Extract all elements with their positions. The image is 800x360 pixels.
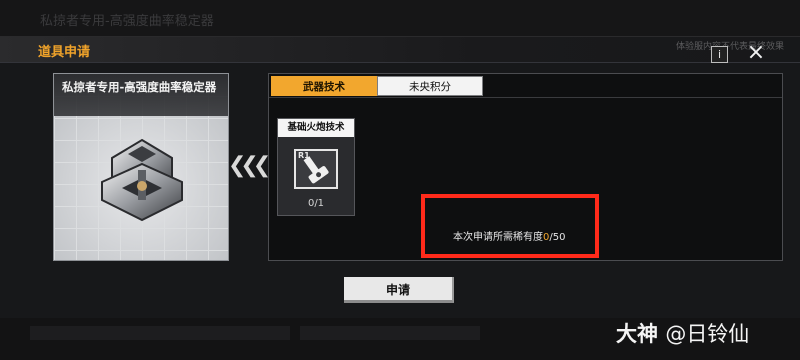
watermark-brand: 大神 [616, 322, 658, 346]
rarity-requirement: 本次申请所需稀有度0/50 [453, 228, 565, 243]
item-preview-card: 私掠者专用-高强度曲率稳定器 [53, 73, 229, 261]
item-request-dialog: 道具申请 体验服内容不代表最终效果 i × 私掠者专用-高强度曲率稳定器 ❮❮❮ [0, 36, 800, 318]
close-button[interactable]: × [744, 41, 768, 65]
tech-item-count: 0/1 [307, 198, 325, 209]
triple-chevron-left-icon: ❮❮❮ [228, 153, 271, 178]
watermark: 大神 @日铃仙 [616, 318, 749, 348]
tab-divider [269, 97, 782, 98]
dialog-title: 道具申请 [38, 45, 91, 60]
background-top-bar: 私掠者专用-高强度曲率稳定器 [0, 0, 800, 36]
tab-weiyang-points[interactable]: 未央积分 [377, 76, 483, 96]
rarity-requirement-label: 本次申请所需稀有度 [453, 232, 543, 243]
tab-weapon-tech[interactable]: 武器技术 [271, 76, 377, 96]
cannon-tech-icon: R1 [294, 149, 338, 189]
item-name: 私掠者专用-高强度曲率稳定器 [62, 80, 217, 94]
apply-button[interactable]: 申请 [344, 277, 454, 303]
dialog-header: 道具申请 体验服内容不代表最终效果 [0, 37, 800, 63]
rarity-total-value: /50 [549, 232, 566, 243]
info-button[interactable]: i [711, 46, 728, 63]
background-bar [30, 326, 290, 340]
curvature-stabilizer-icon [101, 138, 183, 222]
requirement-highlight-box [421, 194, 599, 258]
tech-item-title: 基础火炮技术 [278, 119, 354, 137]
background-title: 私掠者专用-高强度曲率稳定器 [40, 14, 214, 29]
tab-bar: 武器技术 未央积分 [271, 76, 483, 96]
watermark-user: @日铃仙 [665, 322, 750, 346]
requirement-panel: 武器技术 未央积分 基础火炮技术 R1 0/1 本次申请所需稀有度0/50 [268, 73, 783, 261]
tech-rank: R1 [298, 151, 310, 160]
tech-item-card[interactable]: 基础火炮技术 R1 0/1 [277, 118, 355, 216]
background-bar [300, 326, 480, 340]
